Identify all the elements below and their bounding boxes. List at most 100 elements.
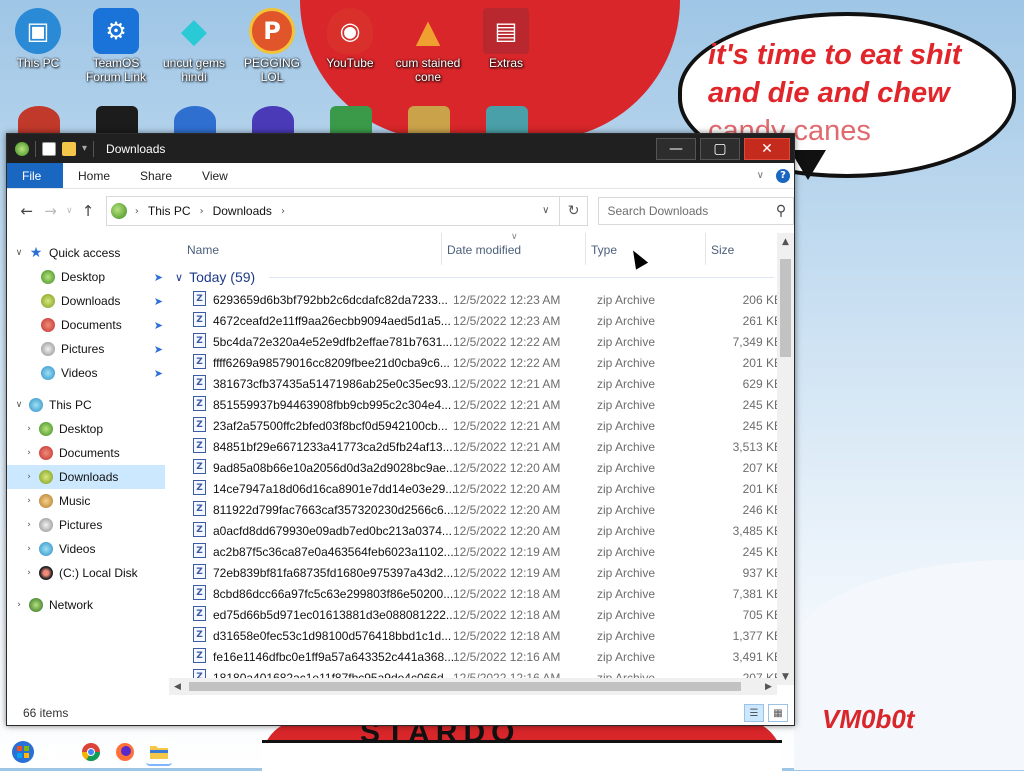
firefox-icon[interactable] [112, 739, 138, 765]
file-row[interactable]: Z 14ce7947a18d06d16ca8901e7dd14e03e29... 1… [169, 478, 794, 499]
collapsed-chevron-icon[interactable]: › [23, 448, 35, 458]
tab-file[interactable]: File [7, 163, 63, 188]
tree-this-pc[interactable]: ∨ This PC [7, 393, 165, 417]
scroll-right-icon[interactable]: ▶ [760, 678, 777, 695]
tree-pc-downloads[interactable]: › Downloads [7, 465, 165, 489]
vertical-scroll-thumb[interactable] [780, 259, 791, 357]
file-row[interactable]: Z 6293659d6b3bf792bb2c6dcdafc82da7233... 1… [169, 289, 794, 310]
pin-icon[interactable]: ➤ [154, 295, 163, 308]
forward-arrow-icon[interactable]: → [39, 202, 63, 220]
properties-icon[interactable] [42, 141, 56, 156]
file-row[interactable]: Z 4672ceafd2e11ff9aa26ecbb9094aed5d1a5...… [169, 310, 794, 331]
tree-qa-desktop[interactable]: Desktop ➤ [7, 265, 165, 289]
scroll-down-icon[interactable]: ▼ [777, 668, 794, 685]
file-explorer-window[interactable]: ▾ Downloads — ▢ ✕ File Home Share View ∨… [6, 133, 795, 726]
tree-quick-access[interactable]: ∨ ★ Quick access [7, 241, 165, 265]
breadcrumb-chevron-icon[interactable]: › [200, 206, 204, 217]
tree-pc-local-disk[interactable]: › (C:) Local Disk [7, 561, 165, 585]
file-row[interactable]: Z 381673cfb37435a51471986ab25e0c35ec93...… [169, 373, 794, 394]
pin-icon[interactable]: ➤ [154, 319, 163, 332]
tab-home[interactable]: Home [63, 163, 125, 188]
back-arrow-icon[interactable]: ← [15, 202, 39, 220]
file-row[interactable]: Zac2b87f5c36ca87e0a463564feb6023a1102...… [169, 541, 794, 562]
navigation-pane[interactable]: ∨ ★ Quick access Desktop ➤ Downloads ➤ D… [7, 233, 165, 685]
horizontal-scroll-thumb[interactable] [189, 682, 741, 691]
breadcrumb-chevron-icon[interactable]: › [135, 206, 139, 217]
desktop-icon-uncut-gems[interactable]: ◆ uncut gems hindi [156, 8, 232, 84]
details-view-icon[interactable]: ☰ [744, 704, 764, 722]
file-explorer-icon[interactable] [146, 738, 172, 766]
file-row[interactable]: Z 8cbd86dcc66a97fc5c63e299803f86e50200...… [169, 583, 794, 604]
search-input[interactable]: Search Downloads [607, 204, 769, 218]
title-bar[interactable]: ▾ Downloads — ▢ ✕ [7, 134, 794, 163]
breadcrumb-chevron-icon[interactable]: › [281, 206, 285, 217]
close-button[interactable]: ✕ [744, 137, 790, 160]
desktop-icon-partial-csharp[interactable] [330, 106, 372, 136]
tab-view[interactable]: View [187, 163, 243, 188]
collapsed-chevron-icon[interactable]: › [23, 424, 35, 434]
file-row[interactable]: Za0acfd8dd679930e09adb7ed0bc213a0374... 1… [169, 520, 794, 541]
file-row[interactable]: Z 851559937b94463908fbb9cb995c2c304e4... 1… [169, 394, 794, 415]
maximize-button[interactable]: ▢ [700, 137, 740, 160]
file-row[interactable]: Z 84851bf29e6671233a41773ca2d5fb24af13...… [169, 436, 794, 457]
desktop-icon-teamos[interactable]: ⚙ TeamOS Forum Link [78, 8, 154, 84]
file-row[interactable]: Zffff6269a98579016cc8209fbee21d0cba9c6..… [169, 352, 794, 373]
tree-network[interactable]: › Network [7, 593, 165, 617]
desktop-icon-cone[interactable]: ▲ cum stained cone [390, 8, 466, 84]
horizontal-scrollbar[interactable]: ◀ ▶ [169, 678, 777, 695]
file-row[interactable]: Z 5bc4da72e320a4e52e9dfb2effae781b7631...… [169, 331, 794, 352]
expanded-chevron-icon[interactable]: ∨ [13, 248, 25, 258]
desktop-icon-partial-script[interactable] [486, 106, 528, 136]
column-date-modified[interactable]: Date modified [447, 243, 521, 257]
scroll-up-icon[interactable]: ▲ [777, 233, 794, 250]
address-bar[interactable]: › This PC › Downloads › ∨ [105, 196, 560, 226]
vertical-scrollbar[interactable]: ▲ ▼ [777, 233, 794, 685]
tree-pc-documents[interactable]: › Documents [7, 441, 165, 465]
file-row[interactable]: Zfe16e1146dfbc0e1ff9a57a643352c441a368..… [169, 646, 794, 667]
tree-pc-music[interactable]: › Music [7, 489, 165, 513]
help-icon[interactable]: ? [776, 168, 790, 183]
desktop-icon-extras[interactable]: ▤ Extras [468, 8, 544, 70]
tree-pc-desktop[interactable]: › Desktop [7, 417, 165, 441]
tree-qa-pictures[interactable]: Pictures ➤ [7, 337, 165, 361]
desktop-icon-partial-map[interactable] [174, 106, 216, 136]
file-row[interactable]: Z 23af2a57500ffc2bfed03f8bcf0d5942100cb..… [169, 415, 794, 436]
collapsed-chevron-icon[interactable]: › [23, 568, 35, 578]
tree-qa-videos[interactable]: Videos ➤ [7, 361, 165, 385]
column-divider[interactable] [705, 233, 706, 265]
tab-share[interactable]: Share [125, 163, 187, 188]
desktop-icon-partial-dark[interactable] [96, 106, 138, 136]
column-type[interactable]: Type [591, 243, 617, 257]
desktop-icon-pegging[interactable]: P PEGGING LOL [234, 8, 310, 84]
file-list-pane[interactable]: Name ∨ Date modified Type Size ∨ Today (… [169, 233, 794, 685]
desktop-icon-youtube[interactable]: ◉ YouTube [312, 8, 388, 70]
pin-icon[interactable]: ➤ [154, 367, 163, 380]
recent-locations-icon[interactable]: ∨ [62, 206, 76, 216]
tree-qa-documents[interactable]: Documents ➤ [7, 313, 165, 337]
customize-toolbar-icon[interactable]: ▾ [82, 143, 87, 154]
desktop-icon-partial-clock[interactable] [18, 106, 60, 136]
collapsed-chevron-icon[interactable]: › [23, 520, 35, 530]
tree-pc-videos[interactable]: › Videos [7, 537, 165, 561]
task-view-icon[interactable] [44, 739, 70, 765]
breadcrumb-downloads[interactable]: Downloads [213, 204, 272, 218]
column-name[interactable]: Name [187, 243, 219, 257]
search-box[interactable]: Search Downloads ⚲ [598, 197, 794, 225]
expand-ribbon-icon[interactable]: ∨ [757, 170, 764, 181]
tree-pc-pictures[interactable]: › Pictures [7, 513, 165, 537]
pin-icon[interactable]: ➤ [154, 343, 163, 356]
group-header-today[interactable]: ∨ Today (59) [169, 265, 794, 289]
minimize-button[interactable]: — [656, 137, 696, 160]
file-row[interactable]: Z 9ad85a08b66e10a2056d0d3a2d9028bc9ae... 1… [169, 457, 794, 478]
column-divider[interactable] [441, 233, 442, 265]
desktop-icon-partial-orb[interactable] [252, 106, 294, 136]
expanded-chevron-icon[interactable]: ∨ [13, 400, 25, 410]
start-orb-icon[interactable] [10, 739, 36, 765]
breadcrumb-this-pc[interactable]: This PC [148, 204, 191, 218]
collapsed-chevron-icon[interactable]: › [13, 600, 25, 610]
file-row[interactable]: Z 811922d799fac7663caf357320230d2566c6...… [169, 499, 794, 520]
file-row[interactable]: Zed75d66b5d971ec01613881d3e088081222... 1… [169, 604, 794, 625]
new-folder-icon[interactable] [62, 141, 76, 156]
desktop-icon-this-pc[interactable]: ▣ This PC [0, 8, 76, 70]
column-divider[interactable] [585, 233, 586, 265]
